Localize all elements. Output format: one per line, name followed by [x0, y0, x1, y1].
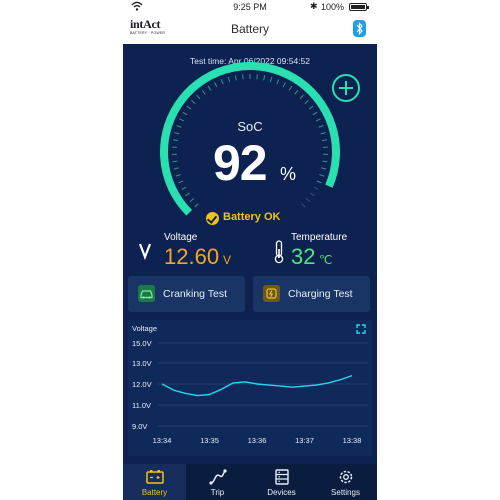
- gauge-tick: [305, 198, 311, 203]
- tab-devices[interactable]: Devices: [250, 464, 313, 500]
- chart-plot: 15.0V 13.0V 12.0V 11.0V 9.0V 13:34 13:35 13:36 1…: [132, 339, 368, 445]
- voltage-label: Voltage: [164, 232, 198, 243]
- gauge-tick: [189, 198, 195, 203]
- gauge-tick: [276, 79, 280, 85]
- tab-trip-label: Trip: [210, 488, 225, 497]
- gauge-tick: [173, 167, 179, 170]
- gauge-tick: [263, 75, 266, 81]
- gauge-tick: [304, 100, 309, 105]
- gauge-tick: [185, 192, 190, 197]
- y-tick-label: 11.0V: [132, 401, 151, 410]
- gauge-tick: [321, 167, 327, 170]
- gauge-tick: [175, 174, 181, 177]
- gauge-tick: [288, 85, 293, 91]
- soc-label: SoC: [237, 119, 263, 134]
- car-icon: [138, 285, 155, 302]
- tab-settings-label: Settings: [331, 488, 360, 497]
- x-tick-label: 13:37: [295, 436, 314, 445]
- gauge-tick: [214, 82, 218, 88]
- phone-screen: 9:25 PM ✱ 100% Battery intAct BATTERY · …: [123, 0, 377, 500]
- voltage-value: 12.60: [164, 244, 220, 269]
- devices-icon: [275, 469, 289, 485]
- y-tick-label: 12.0V: [132, 380, 152, 389]
- gear-icon: [339, 470, 353, 484]
- voltage-icon: [138, 243, 152, 261]
- gauge-tick: [178, 180, 184, 184]
- charging-icon: [263, 285, 280, 302]
- charging-test-button[interactable]: Charging Test: [253, 276, 370, 312]
- gauge-tick: [172, 139, 178, 142]
- gauge-tick: [186, 105, 192, 110]
- tab-bar: Battery Trip Devices Settings: [123, 464, 377, 500]
- gauge-tick: [269, 76, 273, 83]
- temperature-label: Temperature: [291, 232, 348, 243]
- gauge-tick: [299, 94, 304, 100]
- temperature-value: 32: [291, 244, 316, 269]
- battery-icon: [146, 470, 164, 484]
- check-icon: [206, 212, 219, 225]
- y-tick-label: 15.0V: [132, 339, 152, 348]
- gauge-tick: [322, 139, 328, 142]
- temperature-unit: ℃: [319, 253, 333, 267]
- x-tick-label: 13:34: [153, 436, 172, 445]
- gauge-tick: [191, 100, 196, 105]
- gauge-tick: [172, 160, 178, 163]
- gauge-tick: [294, 90, 299, 95]
- gauge-tick: [308, 105, 314, 110]
- trip-icon: [209, 469, 227, 485]
- y-tick-label: 13.0V: [132, 359, 152, 368]
- x-tick-label: 13:35: [200, 436, 219, 445]
- gauge-tick: [282, 82, 286, 88]
- gauge-tick: [196, 94, 201, 100]
- gauge-tick: [301, 203, 306, 208]
- gauge-tick: [220, 79, 224, 85]
- gauge-tick: [234, 75, 237, 81]
- thermometer-icon: [274, 240, 284, 264]
- tab-settings[interactable]: Settings: [314, 464, 377, 500]
- cranking-test-button[interactable]: Cranking Test: [128, 276, 245, 312]
- tab-trip[interactable]: Trip: [186, 464, 249, 500]
- gauge-tick: [227, 76, 231, 83]
- gauge-tick: [319, 174, 325, 177]
- gauge-tick: [194, 203, 199, 208]
- gauge-tick: [312, 111, 318, 116]
- gauge-tick: [207, 85, 212, 91]
- tab-battery[interactable]: Battery: [123, 464, 186, 500]
- gauge-tick: [201, 90, 206, 95]
- x-tick-label: 13:38: [343, 436, 362, 445]
- battery-status-text: Battery OK: [223, 211, 281, 223]
- tab-devices-label: Devices: [267, 488, 296, 497]
- voltage-series-line: [161, 374, 353, 397]
- soc-value: 92: [213, 135, 268, 191]
- gauge-tick: [316, 180, 322, 184]
- gauge-tick: [182, 111, 188, 116]
- x-tick-label: 13:36: [248, 436, 267, 445]
- gauge-tick: [310, 192, 315, 197]
- y-tick-label: 9.0V: [132, 422, 147, 431]
- tab-battery-label: Battery: [141, 488, 168, 497]
- gauge-tick: [322, 160, 328, 163]
- charging-test-label: Charging Test: [288, 288, 353, 300]
- voltage-unit: V: [223, 253, 232, 267]
- voltage-chart: Voltage 15.0V 13.0V 12.0V 11.0V 9.0V 13:34 13:…: [128, 320, 372, 456]
- gauge-tick: [181, 186, 187, 191]
- cranking-test-label: Cranking Test: [163, 288, 228, 300]
- gauge-tick: [313, 186, 319, 191]
- soc-unit: %: [280, 164, 297, 184]
